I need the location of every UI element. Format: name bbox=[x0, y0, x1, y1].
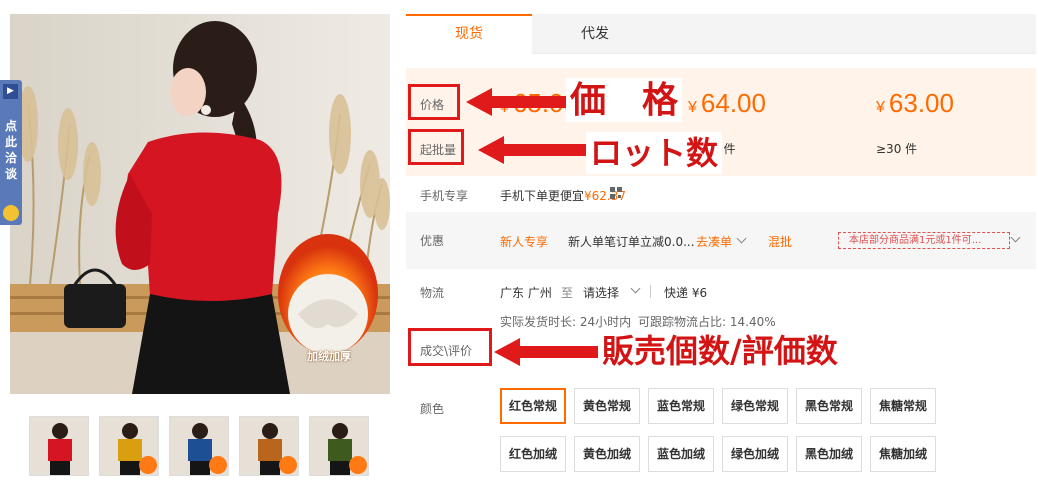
thumbnail-blue[interactable] bbox=[169, 416, 229, 476]
mixed-batch-link[interactable]: 混批 bbox=[768, 233, 792, 250]
express-fee: 快递 ¥6 bbox=[664, 286, 708, 300]
price-tier-3: ¥63.00 bbox=[876, 88, 954, 118]
color-option[interactable]: 蓝色常规 bbox=[648, 388, 714, 424]
mobile-label: 手机专享 bbox=[420, 189, 469, 203]
consult-label: 点此洽谈 bbox=[4, 119, 17, 181]
new-user-tag: 新人专享 bbox=[500, 235, 549, 249]
warm-badge-text: 加绒加厚 bbox=[307, 350, 351, 363]
expand-arrow-icon[interactable]: ▶ bbox=[3, 84, 18, 99]
color-option[interactable]: 黄色加绒 bbox=[574, 436, 640, 472]
annotation-sales-text: 販売個数/評価数 bbox=[598, 330, 842, 372]
consult-side-tab[interactable]: ▶ 点此洽谈 bbox=[0, 80, 22, 225]
ship-time: 实际发货时长: 24小时内 bbox=[500, 315, 632, 329]
thumbnail-caramel-image bbox=[240, 417, 298, 475]
mobile-text: 手机下单更便宜¥62.37 bbox=[500, 189, 627, 203]
promo-label: 优惠 bbox=[420, 234, 445, 248]
color-option[interactable]: 红色加绒 bbox=[500, 436, 566, 472]
thumbnail-caramel[interactable] bbox=[239, 416, 299, 476]
color-option[interactable]: 黄色常规 bbox=[574, 388, 640, 424]
lot-tier-3: ≥30 件 bbox=[876, 142, 918, 156]
logistics-row: 物流 广东 广州 至 请选择 快递 ¥6 实际发货时长: 24小时内 可跟踪物流… bbox=[406, 278, 1036, 329]
tab-dropship[interactable]: 代发 bbox=[532, 14, 658, 54]
thumbnail-red-image bbox=[30, 417, 88, 475]
divider bbox=[650, 285, 651, 298]
annotation-box-lot bbox=[408, 129, 464, 165]
annotation-arrow-lot bbox=[478, 136, 586, 164]
product-photo-illustration bbox=[10, 14, 390, 394]
mobile-exclusive-row: 手机专享 手机下单更便宜¥62.37 bbox=[406, 180, 1036, 210]
thumbnail-red[interactable] bbox=[29, 416, 89, 476]
color-option[interactable]: 绿色加绒 bbox=[722, 436, 788, 472]
thumbnail-strip bbox=[29, 416, 369, 476]
annotation-arrow-sales bbox=[494, 338, 598, 366]
tracking-ratio: 可跟踪物流占比: 14.40% bbox=[638, 315, 776, 329]
new-user-desc: 新人单笔订单立减0.0... bbox=[568, 235, 695, 249]
thumbnail-yellow-image bbox=[100, 417, 158, 475]
color-option[interactable]: 黑色常规 bbox=[796, 388, 862, 424]
price-tier-2: ¥64.00 bbox=[688, 88, 766, 118]
chevron-down-icon[interactable] bbox=[736, 233, 747, 244]
annotation-lot-text: ロット数 bbox=[586, 132, 723, 174]
combine-order-link[interactable]: 去凑单 bbox=[696, 233, 732, 250]
annotation-arrow-price bbox=[466, 88, 570, 116]
logistics-label: 物流 bbox=[420, 286, 445, 300]
destination-select[interactable]: 请选择 bbox=[583, 284, 619, 301]
chevron-down-icon[interactable] bbox=[1010, 232, 1021, 243]
color-option[interactable]: 焦糖加绒 bbox=[870, 436, 936, 472]
thumbnail-yellow[interactable] bbox=[99, 416, 159, 476]
thumbnail-blue-image bbox=[170, 417, 228, 475]
annotation-box-price bbox=[408, 84, 460, 120]
color-options-row: 颜色 红色常规 黄色常规 蓝色常规 绿色常规 黑色常规 焦糖常规 红色加绒 黄色… bbox=[406, 386, 1036, 476]
tab-in-stock[interactable]: 现货 bbox=[406, 14, 532, 54]
promotion-row: 优惠 新人专享 新人单笔订单立减0.0... 去凑单 混批 本店部分商品满1元或… bbox=[406, 212, 1036, 269]
color-option[interactable]: 黑色加绒 bbox=[796, 436, 862, 472]
color-option[interactable]: 蓝色加绒 bbox=[648, 436, 714, 472]
chevron-down-icon[interactable] bbox=[630, 283, 641, 294]
color-option[interactable]: 绿色常规 bbox=[722, 388, 788, 424]
thumbnail-green-image bbox=[310, 417, 368, 475]
annotation-box-sales bbox=[408, 328, 492, 366]
color-label: 颜色 bbox=[420, 402, 445, 416]
store-promo-tag[interactable]: 本店部分商品满1元或1件可... bbox=[838, 232, 1010, 249]
qr-code-icon[interactable] bbox=[610, 187, 626, 201]
annotation-price-text: 価 格 bbox=[566, 78, 683, 122]
shield-icon bbox=[3, 205, 19, 221]
origin-location: 广东 广州 bbox=[500, 286, 552, 300]
thumbnail-green[interactable] bbox=[309, 416, 369, 476]
to-text: 至 bbox=[561, 286, 574, 300]
purchase-mode-tabs: 现货 代发 bbox=[406, 14, 1036, 54]
color-option[interactable]: 红色常规 bbox=[500, 388, 566, 424]
main-product-image[interactable]: 加绒加厚 bbox=[10, 14, 390, 394]
color-option[interactable]: 焦糖常规 bbox=[870, 388, 936, 424]
